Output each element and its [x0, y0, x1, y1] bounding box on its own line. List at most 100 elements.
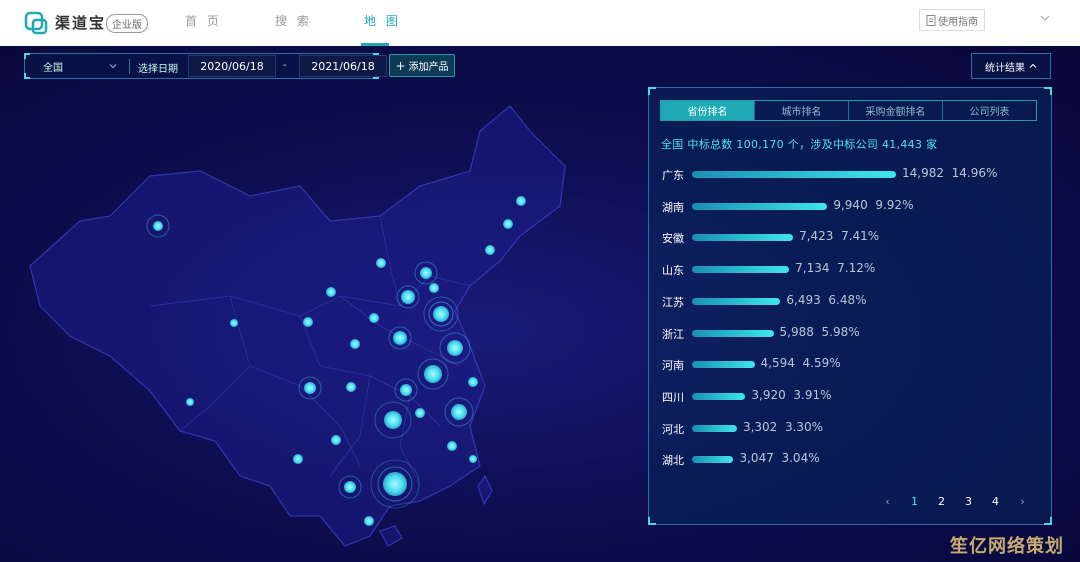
province-name: 浙江 [662, 327, 684, 341]
nav-map[interactable]: 地 图 [364, 12, 401, 29]
page-1[interactable]: 1 [901, 495, 928, 508]
page-4[interactable]: 4 [982, 495, 1009, 508]
edition-badge: 企业版 [106, 14, 148, 33]
row-percent: 4.59% [802, 356, 841, 371]
page-3[interactable]: 3 [955, 495, 982, 508]
app-title: 渠道宝 [55, 14, 107, 32]
map-point[interactable] [485, 245, 495, 255]
map-point[interactable] [447, 340, 463, 356]
map-point[interactable] [344, 481, 356, 493]
next-page-button[interactable]: › [1009, 495, 1036, 508]
stats-toggle-button[interactable]: 统计结果 [971, 53, 1051, 79]
province-name: 湖南 [662, 200, 684, 214]
divider [129, 59, 130, 74]
chevron-down-icon[interactable] [1040, 13, 1050, 23]
table-row[interactable]: 江苏 6,493 6.48% [649, 292, 1053, 310]
map-point[interactable] [424, 365, 442, 383]
tab-amount-rank[interactable]: 采购金额排名 [849, 101, 943, 120]
table-row[interactable]: 湖北 3,047 3.04% [649, 450, 1053, 468]
row-value: 3,920 3.91% [751, 388, 831, 402]
watermark: 笙亿网络策划 [950, 536, 1064, 557]
page-2[interactable]: 2 [928, 495, 955, 508]
map-point[interactable] [364, 516, 374, 526]
map-point[interactable] [153, 221, 163, 231]
row-value: 3,047 3.04% [739, 451, 819, 465]
nav-search[interactable]: 搜 索 [275, 12, 312, 29]
province-name: 山东 [662, 264, 684, 278]
map-point[interactable] [326, 287, 336, 297]
province-name: 河北 [662, 422, 684, 436]
map-point[interactable] [469, 455, 477, 463]
map-point[interactable] [369, 313, 379, 323]
value-bar [692, 202, 828, 210]
document-icon [926, 14, 936, 26]
logo-icon[interactable] [24, 11, 48, 35]
frame-corner [1044, 87, 1052, 95]
map-point[interactable] [451, 404, 467, 420]
row-count: 4,594 [760, 356, 795, 371]
tab-city-rank[interactable]: 城市排名 [755, 101, 849, 120]
table-row[interactable]: 安徽 7,423 7.41% [649, 228, 1053, 246]
value-bar [692, 234, 794, 242]
row-percent: 3.30% [784, 419, 824, 434]
region-value: 全国 [43, 62, 63, 74]
table-row[interactable]: 河北 3,302 3.30% [649, 419, 1053, 437]
map-point[interactable] [304, 382, 316, 394]
table-row[interactable]: 浙江 5,988 5.98% [649, 324, 1053, 342]
value-bar [692, 424, 737, 432]
map-point[interactable] [420, 267, 432, 279]
map-point[interactable] [230, 319, 238, 327]
end-date-input[interactable]: 2021/06/18 [299, 55, 387, 77]
value-bar [692, 297, 781, 305]
help-button[interactable]: 使用指南 [919, 9, 985, 31]
row-value: 6,493 6.48% [786, 293, 866, 307]
region-select[interactable]: 全国 [33, 57, 121, 75]
row-count: 14,982 [902, 166, 944, 180]
table-row[interactable]: 广东 14,982 14.96% [649, 165, 1053, 183]
map-point[interactable] [468, 377, 478, 387]
chevron-down-icon[interactable] [109, 62, 117, 70]
map-point[interactable] [186, 398, 194, 406]
map-point[interactable] [376, 258, 386, 268]
map-point[interactable] [383, 472, 407, 496]
map-point[interactable] [401, 290, 415, 304]
table-row[interactable]: 山东 7,134 7.12% [649, 260, 1053, 278]
nav-home[interactable]: 首 页 [185, 12, 222, 29]
province-name: 广东 [662, 169, 684, 182]
map-point[interactable] [503, 219, 513, 229]
map-point[interactable] [293, 454, 303, 464]
chevron-up-icon [1029, 63, 1037, 68]
row-value: 7,423 7.41% [799, 229, 879, 243]
frame-corner [648, 87, 656, 95]
tab-province-rank[interactable]: 省份排名 [661, 101, 755, 120]
map-outline [29, 105, 566, 547]
row-count: 9,940 [833, 197, 868, 212]
map-point[interactable] [393, 331, 407, 345]
add-product-button[interactable]: + 添加产品 [389, 54, 455, 77]
table-row[interactable]: 河南 4,594 4.59% [649, 355, 1053, 373]
row-count: 7,423 [799, 229, 834, 244]
table-row[interactable]: 湖南 9,940 9.92% [649, 197, 1053, 215]
table-row[interactable]: 四川 3,920 3.91% [649, 387, 1053, 405]
row-value: 9,940 9.92% [833, 198, 913, 212]
map-point[interactable] [447, 441, 457, 451]
map-point[interactable] [331, 435, 341, 445]
frame-corner [24, 73, 30, 79]
map-point[interactable] [384, 411, 402, 429]
map-point[interactable] [415, 408, 425, 418]
province-name: 江苏 [662, 295, 684, 309]
map-point[interactable] [433, 306, 449, 322]
map-point[interactable] [303, 317, 313, 327]
map-point[interactable] [516, 196, 526, 206]
start-date-input[interactable]: 2020/06/18 [188, 55, 276, 77]
row-count: 6,493 [786, 292, 821, 307]
summary-text: 全国 中标总数 100,170 个，涉及中标公司 41,443 家 [661, 138, 938, 151]
map-point[interactable] [346, 382, 356, 392]
tab-company-list[interactable]: 公司列表 [943, 101, 1036, 120]
map-point[interactable] [429, 283, 439, 293]
row-count: 5,988 [779, 324, 814, 339]
map-point[interactable] [400, 384, 412, 396]
map-point[interactable] [350, 339, 360, 349]
prev-page-button[interactable]: ‹ [874, 495, 901, 508]
filter-bar: 全国 选择日期 2020/06/18 - 2021/06/18 [24, 53, 387, 79]
